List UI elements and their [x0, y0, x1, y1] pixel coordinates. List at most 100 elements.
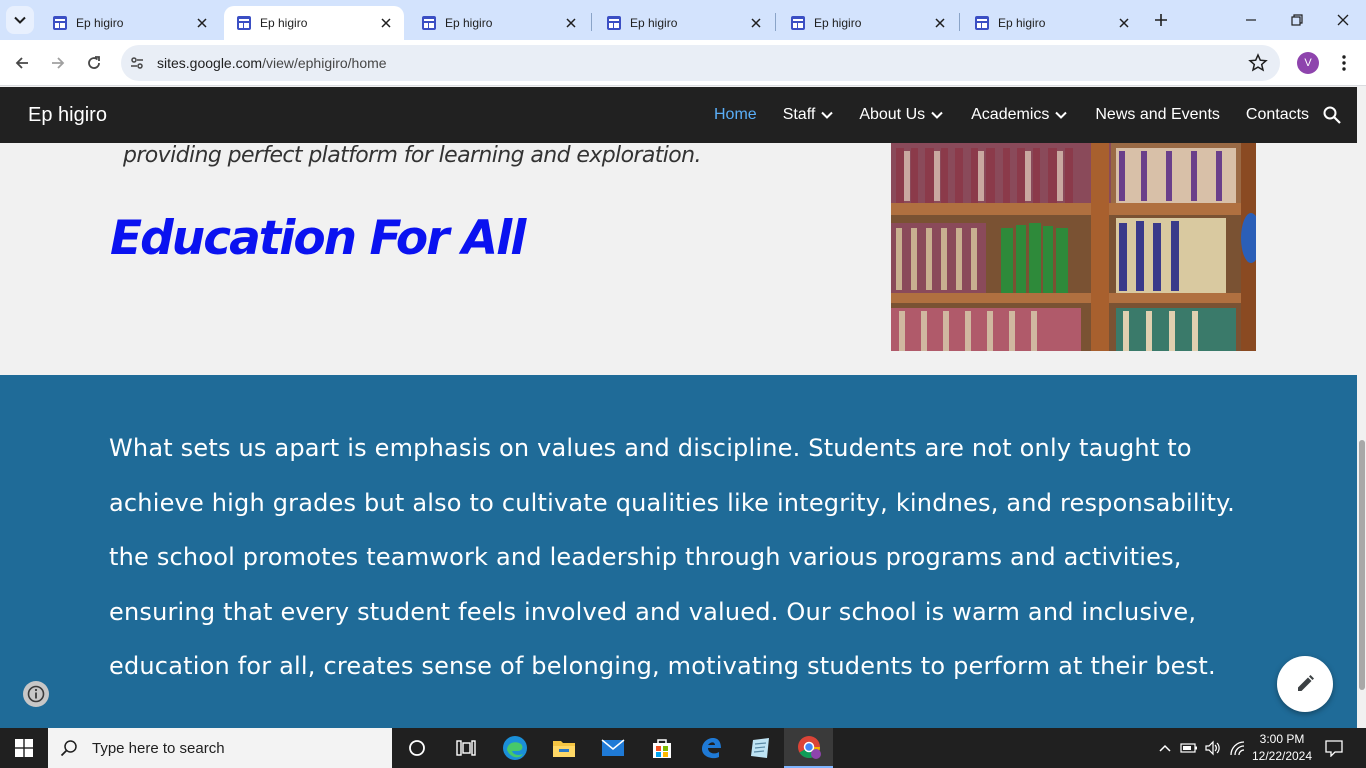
taskbar-clock[interactable]: 3:00 PM 12/22/2024 — [1246, 731, 1318, 765]
forward-button[interactable] — [44, 49, 72, 77]
cortana-icon — [408, 740, 425, 756]
values-line: What sets us apart is emphasis on values… — [109, 434, 1192, 462]
mail-button[interactable] — [588, 728, 637, 768]
profile-avatar[interactable]: V — [1297, 52, 1319, 74]
browser-toolbar: sites.google.com/view/ephigiro/home V — [0, 40, 1366, 86]
minimize-icon — [1246, 19, 1256, 21]
show-hidden-icons-button[interactable] — [1155, 728, 1175, 768]
nav-item-staff[interactable]: Staff — [783, 106, 834, 124]
edge-taskbar-button[interactable] — [490, 728, 539, 768]
google-sites-icon — [237, 16, 251, 30]
nav-item-academics[interactable]: Academics — [971, 106, 1068, 124]
google-sites-icon — [422, 16, 436, 30]
chrome-icon — [797, 736, 821, 759]
file-explorer-button[interactable] — [539, 728, 588, 768]
notepad-button[interactable] — [735, 728, 784, 768]
site-title[interactable]: Ep higiro — [28, 104, 107, 127]
close-window-button[interactable] — [1320, 0, 1366, 40]
notification-icon — [1325, 740, 1343, 757]
nav-label: Home — [714, 106, 757, 123]
url-path: /view/ephigiro/home — [262, 55, 387, 71]
site-info-button[interactable] — [23, 681, 49, 707]
browser-tab-active[interactable]: Ep higiro — [224, 6, 404, 40]
reload-button[interactable] — [80, 49, 108, 77]
edit-button[interactable] — [1277, 656, 1333, 712]
back-arrow-icon — [15, 57, 28, 69]
nav-item-home[interactable]: Home — [714, 106, 757, 124]
notepad-icon — [750, 738, 769, 758]
volume-icon — [1205, 740, 1220, 756]
pencil-icon — [1298, 675, 1314, 691]
close-tab-icon[interactable] — [194, 15, 210, 31]
search-icon — [60, 740, 77, 757]
bookmark-star-icon[interactable] — [1248, 53, 1268, 73]
browser-tab[interactable]: Ep higiro — [40, 6, 220, 40]
close-tab-icon[interactable] — [1116, 15, 1132, 31]
url-text: sites.google.com/view/ephigiro/home — [157, 55, 387, 71]
windows-logo-icon — [15, 739, 33, 757]
close-tab-icon[interactable] — [748, 15, 764, 31]
values-line: ensuring that every student feels involv… — [109, 597, 1197, 626]
values-line: the school promotes teamwork and leaders… — [109, 543, 1182, 571]
store-icon — [652, 739, 671, 758]
address-bar[interactable]: sites.google.com/view/ephigiro/home — [121, 45, 1280, 81]
tab-title: Ep higiro — [814, 16, 862, 30]
site-nav: Home Staff About Us Academics News and E… — [714, 87, 1309, 143]
close-tab-icon[interactable] — [932, 15, 948, 31]
taskbar-search-placeholder: Type here to search — [92, 739, 225, 757]
battery-tray[interactable] — [1179, 728, 1199, 768]
chevron-down-icon — [821, 111, 834, 119]
restore-button[interactable] — [1274, 0, 1320, 40]
mail-icon — [601, 739, 624, 756]
close-tab-icon[interactable] — [378, 15, 394, 31]
chrome-taskbar-button[interactable] — [784, 728, 833, 768]
file-explorer-icon — [552, 741, 575, 757]
browser-tab[interactable]: Ep higiro — [409, 6, 589, 40]
taskbar-search-box[interactable]: Type here to search — [48, 728, 392, 768]
nav-label: Contacts — [1245, 106, 1310, 123]
browser-tab[interactable]: Ep higiro — [778, 6, 958, 40]
values-line: achieve high grades but also to cultivat… — [109, 488, 1235, 517]
google-sites-icon — [975, 16, 989, 30]
nav-item-about-us[interactable]: About Us — [859, 106, 943, 124]
notifications-button[interactable] — [1320, 728, 1348, 768]
tab-search-button[interactable] — [6, 6, 34, 34]
page-content: providing perfect platform for learning … — [0, 143, 1357, 728]
chevron-up-icon — [1159, 744, 1171, 752]
cortana-button[interactable] — [392, 728, 441, 768]
tab-title: Ep higiro — [998, 16, 1046, 30]
site-search-icon[interactable] — [1322, 105, 1342, 125]
close-tab-icon[interactable] — [563, 15, 579, 31]
hero-headline: Education For All — [110, 211, 526, 266]
browser-tab[interactable]: Ep higiro — [962, 6, 1142, 40]
volume-tray[interactable] — [1203, 728, 1223, 768]
nav-item-contacts[interactable]: Contacts — [1246, 106, 1309, 124]
scrollbar-thumb[interactable] — [1359, 440, 1365, 690]
site-settings-icon[interactable] — [127, 53, 147, 73]
task-view-icon — [455, 740, 476, 756]
network-tray[interactable] — [1228, 728, 1248, 768]
browser-menu-icon[interactable] — [1334, 52, 1354, 74]
restore-icon — [1291, 14, 1303, 26]
tab-separator — [591, 13, 592, 31]
url-host: sites.google.com — [157, 55, 263, 71]
back-button[interactable] — [8, 49, 36, 77]
edge-legacy-button[interactable] — [686, 728, 735, 768]
wifi-icon — [1230, 741, 1245, 756]
battery-icon — [1180, 743, 1197, 753]
start-button[interactable] — [0, 728, 48, 768]
store-button[interactable] — [637, 728, 686, 768]
task-view-button[interactable] — [441, 728, 490, 768]
nav-item-news-and-events[interactable]: News and Events — [1095, 106, 1220, 124]
minimize-button[interactable] — [1228, 0, 1274, 40]
browser-tab-strip: Ep higiro Ep higiro Ep higiro Ep higiro … — [0, 0, 1366, 40]
values-section: What sets us apart is emphasis on values… — [0, 375, 1357, 728]
nav-label: Staff — [782, 106, 816, 123]
browser-tab[interactable]: Ep higiro — [594, 6, 774, 40]
screen: Ep higiro Ep higiro Ep higiro Ep higiro … — [0, 0, 1366, 768]
hero-section: providing perfect platform for learning … — [0, 143, 1357, 375]
forward-arrow-icon — [52, 57, 65, 69]
new-tab-button[interactable] — [1150, 9, 1172, 31]
plus-icon — [1155, 14, 1167, 26]
info-icon — [27, 685, 45, 703]
